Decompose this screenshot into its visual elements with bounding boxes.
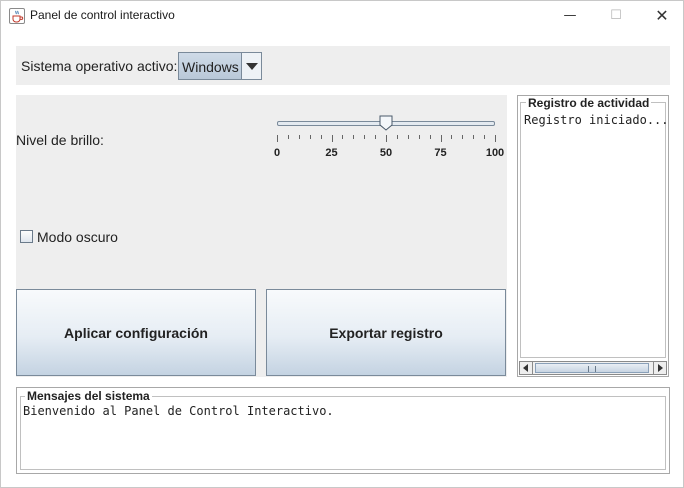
slider-minor-tick [375,135,377,139]
slider-major-tick [331,135,333,142]
slider-minor-tick [473,135,475,139]
slider-pointer-icon[interactable] [379,115,393,131]
slider-minor-tick [353,135,355,139]
slider-minor-tick [364,135,366,139]
os-label: Sistema operativo activo: [21,58,178,74]
app-window: Panel de control interactivo — ☐ ✕ Siste… [0,0,684,488]
slider-minor-tick [396,135,398,139]
activity-log-panel: Registro de actividad Registro iniciado.… [517,95,669,377]
system-messages-title: Mensajes del sistema [25,389,152,403]
system-messages-text[interactable]: Bienvenido al Panel de Control Interacti… [23,404,334,418]
activity-log-hscrollbar[interactable] [519,361,667,375]
slider-tick-label: 25 [325,147,338,159]
slider-major-tick [440,135,442,142]
settings-panel: Nivel de brillo: 0 25 50 75 100 Modo oscuro … [16,95,507,377]
brightness-slider[interactable]: 0 25 50 75 100 [273,111,504,171]
dark-mode-checkbox[interactable] [20,230,33,243]
slider-tick-label: 100 [485,147,505,159]
slider-minor-tick [462,135,464,139]
slider-tick-label: 75 [434,147,447,159]
system-messages-border: Mensajes del sistema Bienvenido al Panel… [20,389,666,470]
os-combobox[interactable]: Windows [178,52,262,80]
window-title: Panel de control interactivo [30,8,175,22]
java-coffee-cup-icon [9,8,25,24]
scroll-grip-icon [588,366,596,372]
arrow-left-icon[interactable] [520,362,533,374]
slider-minor-tick [418,135,420,139]
slider-minor-tick [342,135,344,139]
slider-minor-tick [451,135,453,139]
slider-major-tick [386,135,387,142]
arrow-right-icon[interactable] [653,362,666,374]
content-pane: Sistema operativo activo: Windows Nivel … [1,31,683,487]
dark-mode-label[interactable]: Modo oscuro [37,229,118,245]
activity-log-border: Registro de actividad Registro iniciado.… [520,96,669,358]
slider-ticks [275,135,497,145]
export-log-button[interactable]: Exportar registro [266,289,506,376]
slider-minor-tick [287,135,289,139]
slider-minor-tick [298,135,300,139]
os-selected-value: Windows [182,59,239,75]
triangle-down-icon[interactable] [241,53,261,79]
slider-major-tick [495,135,496,142]
slider-major-tick [277,135,278,142]
slider-minor-tick [309,135,311,139]
minimize-button[interactable]: — [547,1,593,31]
system-messages-panel: Mensajes del sistema Bienvenido al Panel… [16,387,670,474]
slider-minor-tick [429,135,431,139]
brightness-label: Nivel de brillo: [16,132,104,148]
apply-settings-button[interactable]: Aplicar configuración [16,289,256,376]
scroll-thumb[interactable] [535,363,649,373]
activity-log-title: Registro de actividad [526,96,652,110]
slider-minor-tick [484,135,486,139]
maximize-button[interactable]: ☐ [593,1,639,31]
os-panel: Sistema operativo activo: Windows [16,46,670,85]
slider-tick-label: 50 [379,147,393,159]
slider-minor-tick [320,135,322,139]
close-button[interactable]: ✕ [639,1,684,31]
title-bar[interactable]: Panel de control interactivo — ☐ ✕ [1,1,683,31]
slider-minor-tick [407,135,409,139]
slider-tick-label: 0 [273,147,281,159]
activity-log-text[interactable]: Registro iniciado... [524,113,669,127]
